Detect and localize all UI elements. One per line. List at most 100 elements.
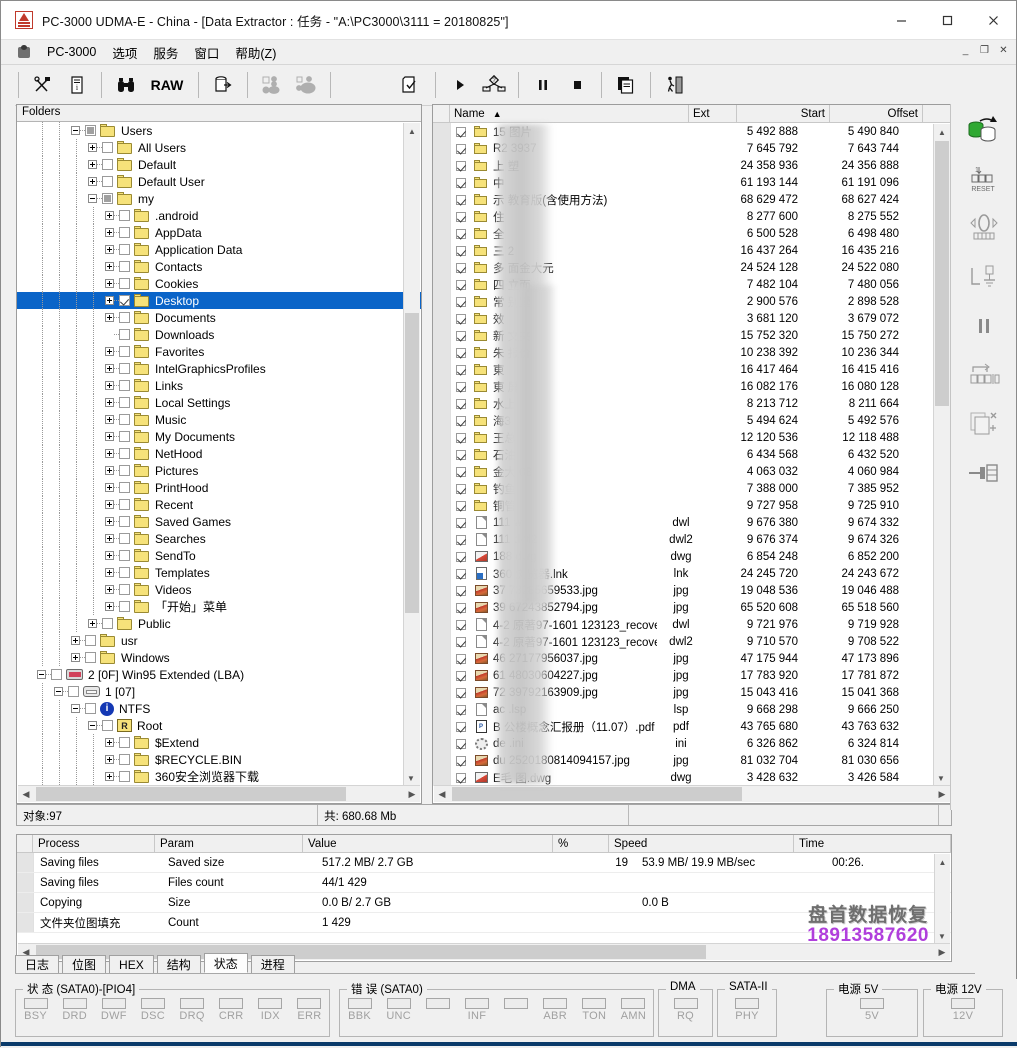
tree-hscroll-thumb[interactable] xyxy=(36,787,346,801)
tree-node-checkbox[interactable] xyxy=(119,329,130,340)
file-row-checkbox-cell[interactable] xyxy=(451,365,471,375)
menu-help[interactable]: 帮助(Z) xyxy=(227,41,284,64)
tree-node-checkbox[interactable] xyxy=(119,550,130,561)
tree-toggle-plus-icon[interactable] xyxy=(102,445,119,462)
file-row[interactable]: 全6 500 5286 498 480 xyxy=(433,225,935,242)
tab-位图[interactable]: 位图 xyxy=(62,955,106,973)
file-row-checkbox-cell[interactable] xyxy=(451,433,471,443)
tree-node[interactable]: Cookies xyxy=(17,275,421,292)
tree-node[interactable]: Templates xyxy=(17,564,421,581)
tree-node[interactable]: Music xyxy=(17,411,421,428)
tab-结构[interactable]: 结构 xyxy=(157,955,201,973)
tree-node-checkbox[interactable] xyxy=(85,125,96,136)
file-list-rows[interactable]: 15 图片5 492 8885 490 840R2 39377 645 7927… xyxy=(433,123,935,787)
play-icon[interactable] xyxy=(443,69,477,101)
tree-node[interactable]: Local Settings xyxy=(17,394,421,411)
tree-node[interactable]: Saved Games xyxy=(17,513,421,530)
tree-toggle-plus-icon[interactable] xyxy=(85,139,102,156)
file-row[interactable]: 東16 417 46416 415 416 xyxy=(433,361,935,378)
file-row-checkbox-cell[interactable] xyxy=(451,263,471,273)
process-header-time[interactable]: Time xyxy=(794,835,951,852)
tree-node-checkbox[interactable] xyxy=(119,244,130,255)
file-row-checkbox[interactable] xyxy=(456,739,466,749)
tree-node[interactable]: SendTo xyxy=(17,547,421,564)
tree-toggle-plus-icon[interactable] xyxy=(68,649,85,666)
menu-options[interactable]: 选项 xyxy=(104,41,145,64)
file-row-checkbox[interactable] xyxy=(456,450,466,460)
file-row-checkbox[interactable] xyxy=(456,535,466,545)
tree-node-checkbox[interactable] xyxy=(119,397,130,408)
tab-日志[interactable]: 日志 xyxy=(15,955,59,973)
file-row-checkbox-cell[interactable] xyxy=(451,620,471,630)
tree-toggle-minus-icon[interactable] xyxy=(34,666,51,683)
file-row[interactable]: ac .lsplsp9 668 2989 666 250 xyxy=(433,701,935,718)
tree-vertical-scrollbar[interactable]: ▲ ▼ xyxy=(403,123,420,786)
tree-node-checkbox[interactable] xyxy=(119,516,130,527)
tree-toggle-plus-icon[interactable] xyxy=(102,207,119,224)
tree-node[interactable]: iNTFS xyxy=(17,700,421,717)
tree-node-checkbox[interactable] xyxy=(119,584,130,595)
file-scroll-down-icon[interactable]: ▼ xyxy=(934,770,948,786)
tree-node[interactable]: Favorites xyxy=(17,343,421,360)
tree-node-checkbox[interactable] xyxy=(119,431,130,442)
tree-node-checkbox[interactable] xyxy=(119,380,130,391)
menu-service[interactable]: 服务 xyxy=(145,41,186,64)
file-row[interactable]: 金大 084 063 0324 060 984 xyxy=(433,463,935,480)
tree-toggle-plus-icon[interactable] xyxy=(85,173,102,190)
file-row-checkbox[interactable] xyxy=(456,773,466,783)
file-row-checkbox[interactable] xyxy=(456,161,466,171)
file-row-checkbox-cell[interactable] xyxy=(451,331,471,341)
file-header-ext[interactable]: Ext xyxy=(689,105,737,122)
tree-node[interactable]: $Extend xyxy=(17,734,421,751)
tree-toggle-plus-icon[interactable] xyxy=(102,258,119,275)
id-drive-icon[interactable] xyxy=(962,208,1006,248)
tree-node-checkbox[interactable] xyxy=(119,465,130,476)
file-row-checkbox[interactable] xyxy=(456,603,466,613)
tree-node[interactable]: Videos xyxy=(17,581,421,598)
file-row-checkbox[interactable] xyxy=(456,348,466,358)
tree-toggle-minus-icon[interactable] xyxy=(85,717,102,734)
file-row[interactable]: 東 屏16 082 17616 080 128 xyxy=(433,378,935,395)
tab-HEX[interactable]: HEX xyxy=(109,955,154,973)
tree-node-checkbox[interactable] xyxy=(119,210,130,221)
tree-node-checkbox[interactable] xyxy=(85,703,96,714)
file-row[interactable]: 中61 193 14461 191 096 xyxy=(433,174,935,191)
process-header-percent[interactable]: % xyxy=(553,835,609,852)
file-row-checkbox-cell[interactable] xyxy=(451,637,471,647)
bottom-tab-bar[interactable]: 日志位图HEX结构状态进程 xyxy=(15,953,975,974)
process-scroll-up-icon[interactable]: ▲ xyxy=(935,854,950,870)
tree-scroll-down-icon[interactable]: ▼ xyxy=(404,770,418,786)
file-row[interactable]: 三 216 437 26416 435 216 xyxy=(433,242,935,259)
file-row[interactable]: E毛 图.dwgdwg3 428 6323 426 584 xyxy=(433,769,935,786)
file-row-checkbox-cell[interactable] xyxy=(451,127,471,137)
maximize-button[interactable] xyxy=(924,1,970,39)
tree-node[interactable]: $RECYCLE.BIN xyxy=(17,751,421,768)
file-row[interactable]: 39 67243852794.jpgjpg65 520 60865 518 56… xyxy=(433,599,935,616)
file-row-checkbox[interactable] xyxy=(456,416,466,426)
file-row-checkbox[interactable] xyxy=(456,144,466,154)
file-row-checkbox[interactable] xyxy=(456,688,466,698)
file-row-checkbox[interactable] xyxy=(456,280,466,290)
tree-node[interactable]: Application Data xyxy=(17,241,421,258)
tree-node[interactable]: 「开始」菜单 xyxy=(17,598,421,615)
tree-node-checkbox[interactable] xyxy=(119,533,130,544)
file-row[interactable]: 4-2 原著97-1601 123123_recover...dwl29 710… xyxy=(433,633,935,650)
tree-node[interactable]: 360安全浏览器下载 xyxy=(17,768,421,785)
tree-node[interactable]: Pictures xyxy=(17,462,421,479)
tree-node[interactable]: usr xyxy=(17,632,421,649)
file-row-checkbox-cell[interactable] xyxy=(451,654,471,664)
tree-toggle-plus-icon[interactable] xyxy=(102,564,119,581)
file-row-checkbox[interactable] xyxy=(456,399,466,409)
reset-icon[interactable]: 1 RESET xyxy=(962,159,1006,199)
file-header-offset[interactable]: Offset xyxy=(830,105,923,122)
tree-node[interactable]: Users xyxy=(17,122,421,139)
file-row-checkbox-cell[interactable] xyxy=(451,603,471,613)
file-scroll-thumb[interactable] xyxy=(935,141,949,406)
process-vertical-scrollbar[interactable]: ▲ ▼ xyxy=(934,854,950,944)
tree-node-checkbox[interactable] xyxy=(119,261,130,272)
tree-node[interactable]: IntelGraphicsProfiles xyxy=(17,360,421,377)
terminal-icon[interactable] xyxy=(962,257,1006,297)
tree-toggle-plus-icon[interactable] xyxy=(102,530,119,547)
copy-window-icon[interactable] xyxy=(609,69,643,101)
tree-node-checkbox[interactable] xyxy=(119,754,130,765)
